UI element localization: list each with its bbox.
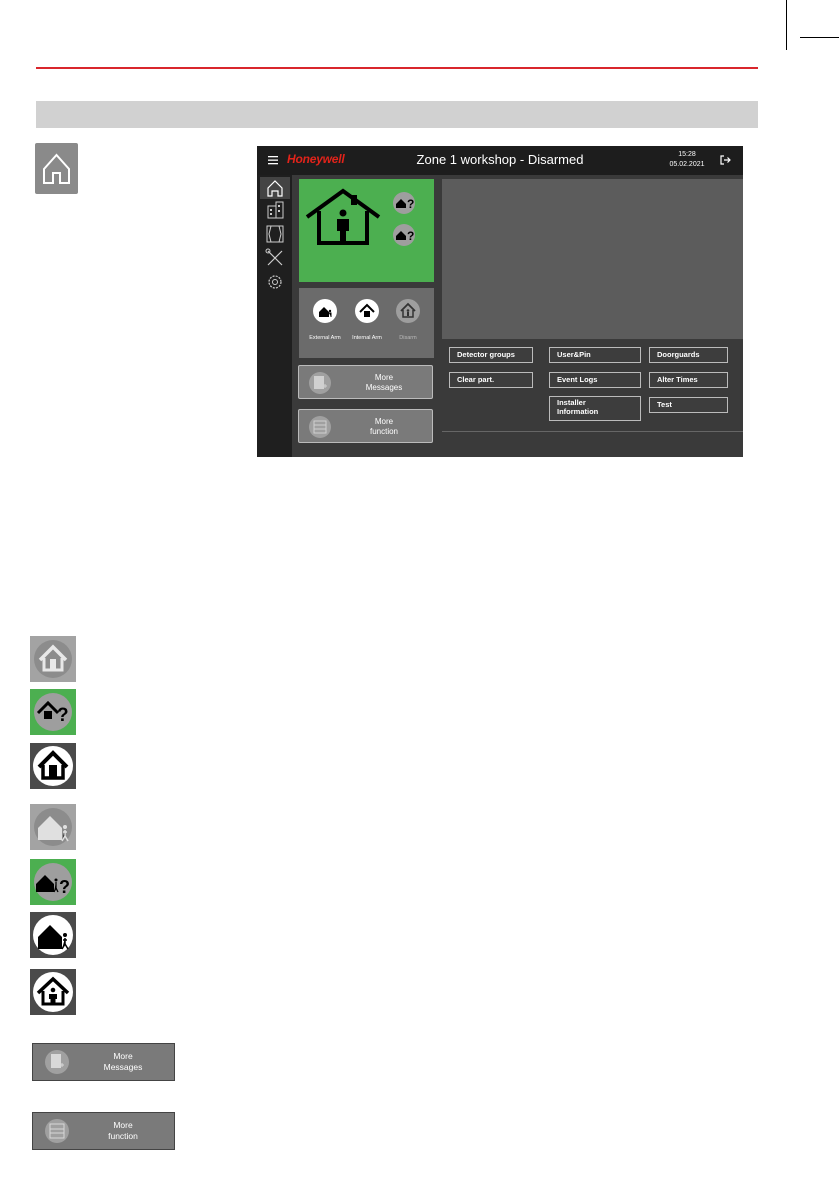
installer-line1: Installer: [557, 398, 586, 407]
display-area: [442, 179, 743, 339]
more-messages-label: More Messages: [349, 373, 419, 393]
detector-groups-button[interactable]: Detector groups: [449, 347, 533, 363]
more-function-line1: More: [374, 417, 394, 426]
legend-more-messages-label: More Messages: [88, 1051, 158, 1073]
sidebar-item-zones[interactable]: [260, 223, 290, 245]
date-text: 05.02.2021: [669, 161, 705, 168]
external-arm-question-icon: ?: [34, 863, 72, 901]
external-arm-label: External Arm: [309, 335, 341, 341]
messages-icon: [45, 1050, 69, 1074]
status-panel: ? ?: [299, 179, 434, 282]
svg-text:?: ?: [59, 877, 70, 897]
sidebar-item-home[interactable]: [260, 177, 290, 199]
datetime: 15:28 05.02.2021: [667, 150, 707, 170]
internal-arm-label: Internal Arm: [352, 335, 382, 341]
legend-internal-arm: [30, 743, 76, 789]
alter-times-button[interactable]: Alter Times: [649, 372, 728, 388]
more-messages-line1: More: [374, 373, 394, 382]
logout-icon[interactable]: [719, 154, 731, 166]
sidebar-item-settings[interactable]: [260, 271, 290, 293]
legend-more-function-line1: More: [113, 1120, 133, 1130]
disarmed-house-icon: ? ?: [305, 188, 415, 246]
function-icon: [309, 416, 331, 438]
legend-internal-unknown: ?: [30, 689, 76, 735]
crop-mark: [800, 37, 839, 38]
disarm-icon: [34, 640, 72, 678]
external-arm-icon: [319, 307, 332, 317]
crop-mark: [786, 0, 787, 50]
sidebar-item-building[interactable]: [260, 199, 290, 221]
installer-line2: Information: [557, 407, 599, 416]
legend-disarm: [30, 636, 76, 682]
internal-arm-icon: [33, 746, 73, 786]
doorguards-button[interactable]: Doorguards: [649, 347, 728, 363]
legend-more-messages-line2: Messages: [103, 1062, 143, 1072]
more-function-line2: function: [369, 427, 399, 436]
installer-information-button[interactable]: Installer Information: [549, 396, 641, 421]
function-icon: [45, 1119, 69, 1143]
external-disarm-icon: [34, 808, 72, 846]
home-icon: [267, 180, 283, 197]
svg-text:?: ?: [407, 197, 414, 211]
time-text: 15:28: [678, 151, 696, 158]
top-bar: Honeywell Zone 1 workshop - Disarmed 15:…: [257, 146, 743, 175]
legend-external-unknown: ?: [30, 859, 76, 905]
building-icon: [267, 201, 284, 219]
external-arm-button[interactable]: [313, 299, 337, 323]
home-icon: [35, 143, 78, 194]
svg-text:?: ?: [57, 705, 69, 726]
disarm-label: Disarm: [399, 335, 417, 341]
arm-panel: External Arm Internal Arm Disarm: [299, 288, 434, 358]
legend-disarmed-person: [30, 969, 76, 1015]
more-function-label: More function: [349, 417, 419, 437]
internal-arm-icon: [359, 303, 375, 317]
header-rule: [36, 67, 758, 69]
sidebar-item-tools[interactable]: [260, 247, 290, 269]
user-pin-button[interactable]: User&Pin: [549, 347, 641, 363]
disarmed-house-icon: [33, 972, 73, 1012]
tools-icon: [265, 248, 283, 266]
legend-more-messages-button: More Messages: [32, 1043, 175, 1081]
disarm-button[interactable]: [396, 299, 420, 323]
action-button-area: Detector groups User&Pin Doorguards Clea…: [442, 339, 743, 432]
legend-more-function-label: More function: [88, 1120, 158, 1142]
legend-more-function-button: More function: [32, 1112, 175, 1150]
external-arm-icon: [33, 915, 73, 955]
panel-screenshot: Honeywell Zone 1 workshop - Disarmed 15:…: [257, 146, 743, 457]
messages-icon: [309, 372, 331, 394]
legend-more-messages-line1: More: [113, 1051, 133, 1061]
legend-more-function-line2: function: [108, 1131, 138, 1141]
more-messages-line2: Messages: [365, 383, 403, 392]
test-button[interactable]: Test: [649, 397, 728, 413]
disarm-icon: [400, 302, 416, 318]
clear-part-button[interactable]: Clear part.: [449, 372, 533, 388]
event-logs-button[interactable]: Event Logs: [549, 372, 641, 388]
internal-arm-button[interactable]: [355, 299, 379, 323]
section-band: [36, 101, 758, 128]
more-function-button[interactable]: More function: [298, 409, 433, 443]
legend-external-disarm: [30, 804, 76, 850]
sidebar: [257, 175, 292, 457]
legend-external-arm: [30, 912, 76, 958]
internal-arm-question-icon: ?: [34, 693, 72, 731]
zones-icon: [266, 225, 284, 243]
svg-text:?: ?: [407, 229, 414, 243]
more-messages-button[interactable]: More Messages: [298, 365, 433, 399]
settings-icon: [268, 275, 282, 289]
